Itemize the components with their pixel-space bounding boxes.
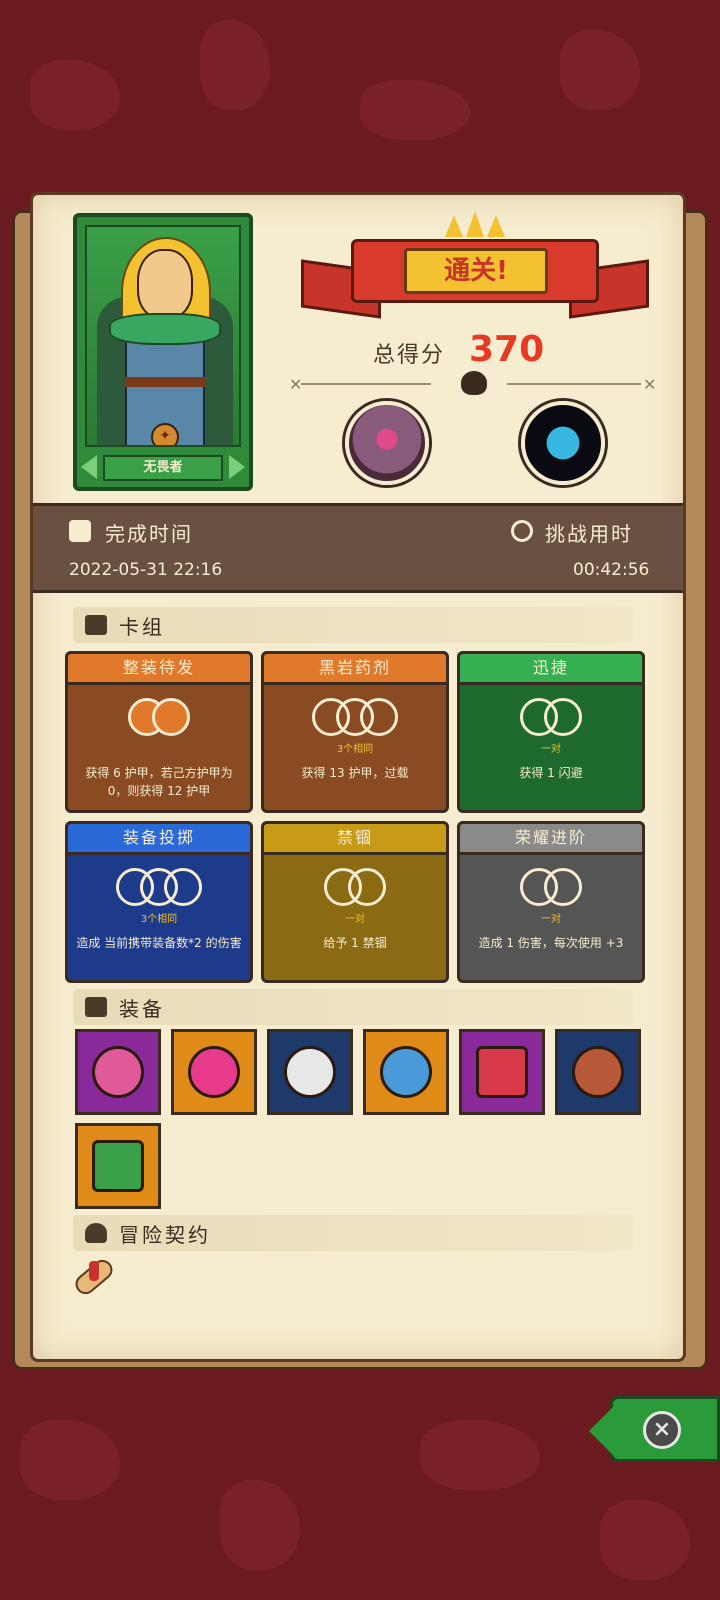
card-desc: 造成 当前携带装备数*2 的伤害 — [76, 936, 242, 950]
box-icon — [85, 997, 107, 1017]
section-contract-title: 冒险契约 — [119, 1223, 211, 1247]
completion-time-label: 完成时间 — [105, 522, 193, 546]
equipment-slot[interactable] — [267, 1029, 353, 1115]
divider-right — [507, 383, 641, 385]
time-bar: 完成时间 2022-05-31 22:16 挑战用时 00:42:56 — [33, 503, 683, 593]
deck-card[interactable]: 荣耀进阶 一对 造成 1 伤害，每次使用 +3 — [457, 821, 645, 983]
section-deck: 卡组 — [73, 607, 633, 643]
card-title: 整装待发 — [65, 651, 253, 685]
section-equipment-title: 装备 — [119, 997, 165, 1021]
equipment-slot[interactable] — [171, 1029, 257, 1115]
spiked-shield-icon — [572, 1046, 624, 1098]
duration-label: 挑战用时 — [545, 522, 633, 546]
score-value: 370 — [469, 329, 545, 370]
hero-emblem-icon: ✦ — [151, 423, 179, 445]
completion-time-value: 2022-05-31 22:16 — [69, 560, 223, 580]
hero-name: 无畏者 — [103, 455, 223, 481]
equipment-slot[interactable] — [75, 1029, 161, 1115]
moss-brick-icon — [92, 1140, 144, 1192]
close-button[interactable]: × — [589, 1396, 720, 1462]
deck-card[interactable]: 黑岩药剂 3个相同 获得 13 护甲，过载 — [261, 651, 449, 813]
crossed-swords-icon: ✕ — [643, 375, 657, 394]
score-row: 总得分 370 — [373, 329, 593, 373]
card-title: 黑岩药剂 — [261, 651, 449, 685]
card-desc: 获得 13 护甲，过载 — [301, 766, 409, 780]
prev-arrow-icon — [81, 455, 97, 479]
card-sub: 3个相同 — [140, 914, 178, 925]
boss-portrait-1[interactable] — [345, 401, 429, 485]
card-title: 禁锢 — [261, 821, 449, 855]
next-arrow-icon — [229, 455, 245, 479]
deck-card[interactable]: 装备投掷 3个相同 造成 当前携带装备数*2 的伤害 — [65, 821, 253, 983]
clear-banner: 通关! — [295, 211, 655, 333]
section-equipment: 装备 — [73, 989, 633, 1025]
cards-icon — [85, 615, 107, 635]
score-label: 总得分 — [373, 343, 446, 368]
card-slots — [460, 698, 642, 738]
card-desc: 获得 1 闪避 — [519, 766, 583, 780]
crown-icon — [445, 211, 505, 237]
equipment-slot[interactable] — [459, 1029, 545, 1115]
card-title: 荣耀进阶 — [457, 821, 645, 855]
slime-icon — [380, 1046, 432, 1098]
section-deck-title: 卡组 — [119, 615, 165, 639]
card-desc: 造成 1 伤害，每次使用 +3 — [478, 936, 624, 950]
equipment-slot[interactable] — [363, 1029, 449, 1115]
card-sub: 一对 — [541, 914, 561, 925]
hero-portrait: ✦ — [85, 225, 241, 447]
stopwatch-icon — [511, 520, 533, 542]
card-title: 装备投掷 — [65, 821, 253, 855]
skull-mask-icon — [284, 1046, 336, 1098]
divider-left — [301, 383, 431, 385]
deck-card[interactable]: 迅捷 一对 获得 1 闪避 — [457, 651, 645, 813]
card-title: 迅捷 — [457, 651, 645, 685]
bomb-orb-icon — [188, 1046, 240, 1098]
flesh-cube-icon — [476, 1046, 528, 1098]
hero-card[interactable]: ✦ 无畏者 — [73, 213, 253, 491]
deck-card[interactable]: 禁锢 一对 给予 1 禁锢 — [261, 821, 449, 983]
card-sub: 一对 — [541, 744, 561, 755]
equipment-slot[interactable] — [75, 1123, 161, 1209]
result-panel: ✦ 无畏者 通关! 总得分 370 ✕ ✕ 完成时间 2022-05-31 22… — [30, 192, 686, 1362]
card-desc: 给予 1 禁锢 — [323, 936, 387, 950]
card-desc: 获得 6 护甲，若己方护甲为0，则获得 12 护甲 — [85, 766, 233, 798]
banner-text: 通关! — [404, 248, 548, 294]
deck-card[interactable]: 整装待发 获得 6 护甲，若己方护甲为0，则获得 12 护甲 — [65, 651, 253, 813]
card-sub: 3个相同 — [336, 744, 374, 755]
card-slots — [460, 868, 642, 908]
equipment-slot[interactable] — [555, 1029, 641, 1115]
scroll-icon[interactable] — [69, 1255, 117, 1307]
card-slots — [68, 868, 250, 908]
skull-icon — [461, 371, 487, 395]
card-slots — [264, 868, 446, 908]
card-slots — [68, 698, 250, 738]
calendar-icon — [69, 520, 91, 542]
card-sub: 一对 — [345, 914, 365, 925]
boss-portrait-2[interactable] — [521, 401, 605, 485]
close-icon: × — [643, 1411, 681, 1449]
person-icon — [85, 1223, 107, 1243]
heart-charm-icon — [92, 1046, 144, 1098]
section-contract: 冒险契约 — [73, 1215, 633, 1251]
duration-value: 00:42:56 — [573, 560, 650, 580]
card-slots — [264, 698, 446, 738]
